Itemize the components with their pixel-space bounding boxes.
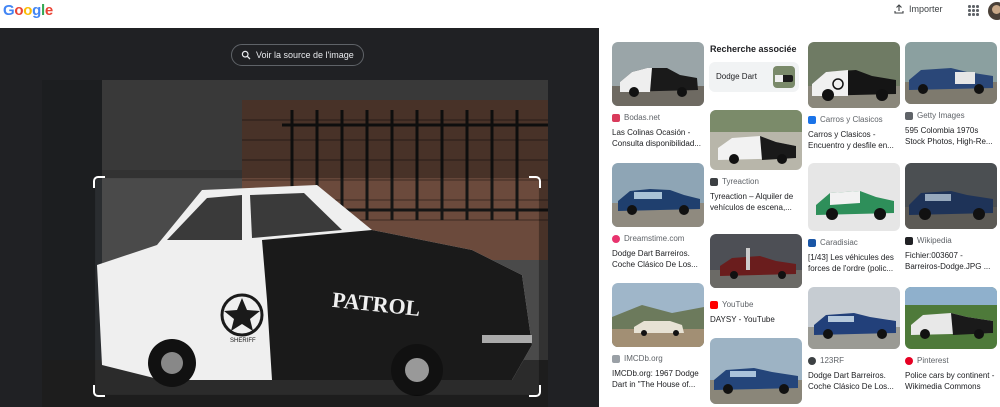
result-source: Pinterest xyxy=(917,356,949,365)
result-source: Tyreaction xyxy=(722,177,759,186)
related-search-heading: Recherche associée xyxy=(710,44,797,54)
result-thumbnail xyxy=(710,110,802,170)
result-card[interactable]: Getty Images 595 Colombia 1970s Stock Ph… xyxy=(905,42,997,147)
results-panel: Recherche associée Dodge Dart Bodas.net … xyxy=(599,28,1000,407)
circle-icon xyxy=(612,234,620,243)
related-search-chip[interactable]: Dodge Dart xyxy=(709,62,799,92)
import-label: Importer xyxy=(909,4,943,14)
result-thumbnail xyxy=(612,283,704,347)
lens-icon xyxy=(241,50,251,60)
result-title: Tyreaction – Alquiler de vehículos de es… xyxy=(710,192,794,212)
result-title: Las Colinas Ocasión - Consulta disponibi… xyxy=(612,128,701,148)
result-thumbnail xyxy=(612,163,704,227)
p-icon xyxy=(905,356,913,365)
square-icon xyxy=(612,354,620,363)
result-title: 595 Colombia 1970s Stock Photos, High-Re… xyxy=(905,126,993,146)
result-card[interactable]: YouTube DAYSY - YouTube xyxy=(710,234,802,325)
result-card[interactable]: Pinterest Police cars by continent - Wik… xyxy=(905,287,997,392)
result-card[interactable]: Carros y Clasicos Carros y Clasicos - En… xyxy=(808,42,900,151)
result-card[interactable]: Wikipedia Fichier:003607 - Barreiros-Dod… xyxy=(905,163,997,272)
result-title: DAYSY - YouTube xyxy=(710,315,775,324)
result-title: IMCDb.org: 1967 Dodge Dart in "The House… xyxy=(612,369,699,389)
c-icon xyxy=(808,238,816,247)
image-viewer: Voir la source de l'image SHERIFF PATROL xyxy=(0,28,599,407)
result-thumbnail xyxy=(808,42,900,108)
result-card[interactable]: Dreamstime.com Dodge Dart Barreiros. Coc… xyxy=(612,163,704,270)
result-thumbnail xyxy=(905,42,997,104)
related-chip-thumbnail xyxy=(773,66,795,88)
result-source: 123RF xyxy=(820,356,845,365)
result-card[interactable] xyxy=(710,338,802,404)
result-card[interactable]: IMCDb.org IMCDb.org: 1967 Dodge Dart in … xyxy=(612,283,704,390)
result-title: Dodge Dart Barreiros. Coche Clásico De L… xyxy=(612,249,698,269)
result-thumbnail xyxy=(710,234,802,288)
result-source: Dreamstime.com xyxy=(624,234,685,243)
related-chip-label: Dodge Dart xyxy=(716,72,757,81)
result-card[interactable]: Tyreaction Tyreaction – Alquiler de vehí… xyxy=(710,110,802,213)
result-source: Carros y Clasicos xyxy=(820,115,883,124)
result-source: Bodas.net xyxy=(624,113,661,122)
circle-icon xyxy=(808,356,816,365)
result-title: Police cars by continent - Wikimedia Com… xyxy=(905,371,995,391)
google-logo[interactable]: Google xyxy=(3,2,53,19)
result-thumbnail xyxy=(612,42,704,106)
result-source: IMCDb.org xyxy=(624,354,663,363)
w-icon xyxy=(905,236,913,245)
crop-selection[interactable] xyxy=(93,176,541,397)
car-icon xyxy=(808,115,816,124)
heart-icon xyxy=(612,113,620,122)
result-thumbnail xyxy=(710,338,802,404)
result-title: Fichier:003607 - Barreiros-Dodge.JPG ... xyxy=(905,251,991,271)
crop-handle-top-left[interactable] xyxy=(93,176,105,188)
result-title: Dodge Dart Barreiros. Coche Clásico De L… xyxy=(808,371,894,391)
query-image: SHERIFF PATROL xyxy=(42,80,548,407)
result-card[interactable]: Caradisiac [1/43] Les véhicules des forc… xyxy=(808,163,900,274)
crop-handle-bottom-left[interactable] xyxy=(93,385,105,397)
play-icon xyxy=(710,300,718,309)
crop-handle-top-right[interactable] xyxy=(529,176,541,188)
result-source: Getty Images xyxy=(917,111,965,120)
result-source: YouTube xyxy=(722,300,754,309)
result-card[interactable]: 123RF Dodge Dart Barreiros. Coche Clásic… xyxy=(808,287,900,392)
result-card[interactable]: Bodas.net Las Colinas Ocasión - Consulta… xyxy=(612,42,704,149)
account-avatar[interactable] xyxy=(988,2,1000,20)
upload-icon xyxy=(894,4,904,14)
result-source: Wikipedia xyxy=(917,236,952,245)
result-thumbnail xyxy=(905,287,997,349)
top-bar: Google Importer xyxy=(0,0,1000,28)
result-title: [1/43] Les véhicules des forces de l'ord… xyxy=(808,253,894,273)
apps-grid-icon[interactable] xyxy=(968,5,979,16)
result-title: Carros y Clasicos - Encuentro y desfile … xyxy=(808,130,894,150)
result-thumbnail xyxy=(808,287,900,349)
square-icon xyxy=(710,177,718,186)
import-button[interactable]: Importer xyxy=(894,4,943,14)
crop-handle-bottom-right[interactable] xyxy=(529,385,541,397)
result-source: Caradisiac xyxy=(820,238,858,247)
result-thumbnail xyxy=(808,163,900,231)
result-thumbnail xyxy=(905,163,997,229)
square-icon xyxy=(905,111,913,120)
view-source-label: Voir la source de l'image xyxy=(256,50,354,60)
view-source-button[interactable]: Voir la source de l'image xyxy=(231,44,364,66)
